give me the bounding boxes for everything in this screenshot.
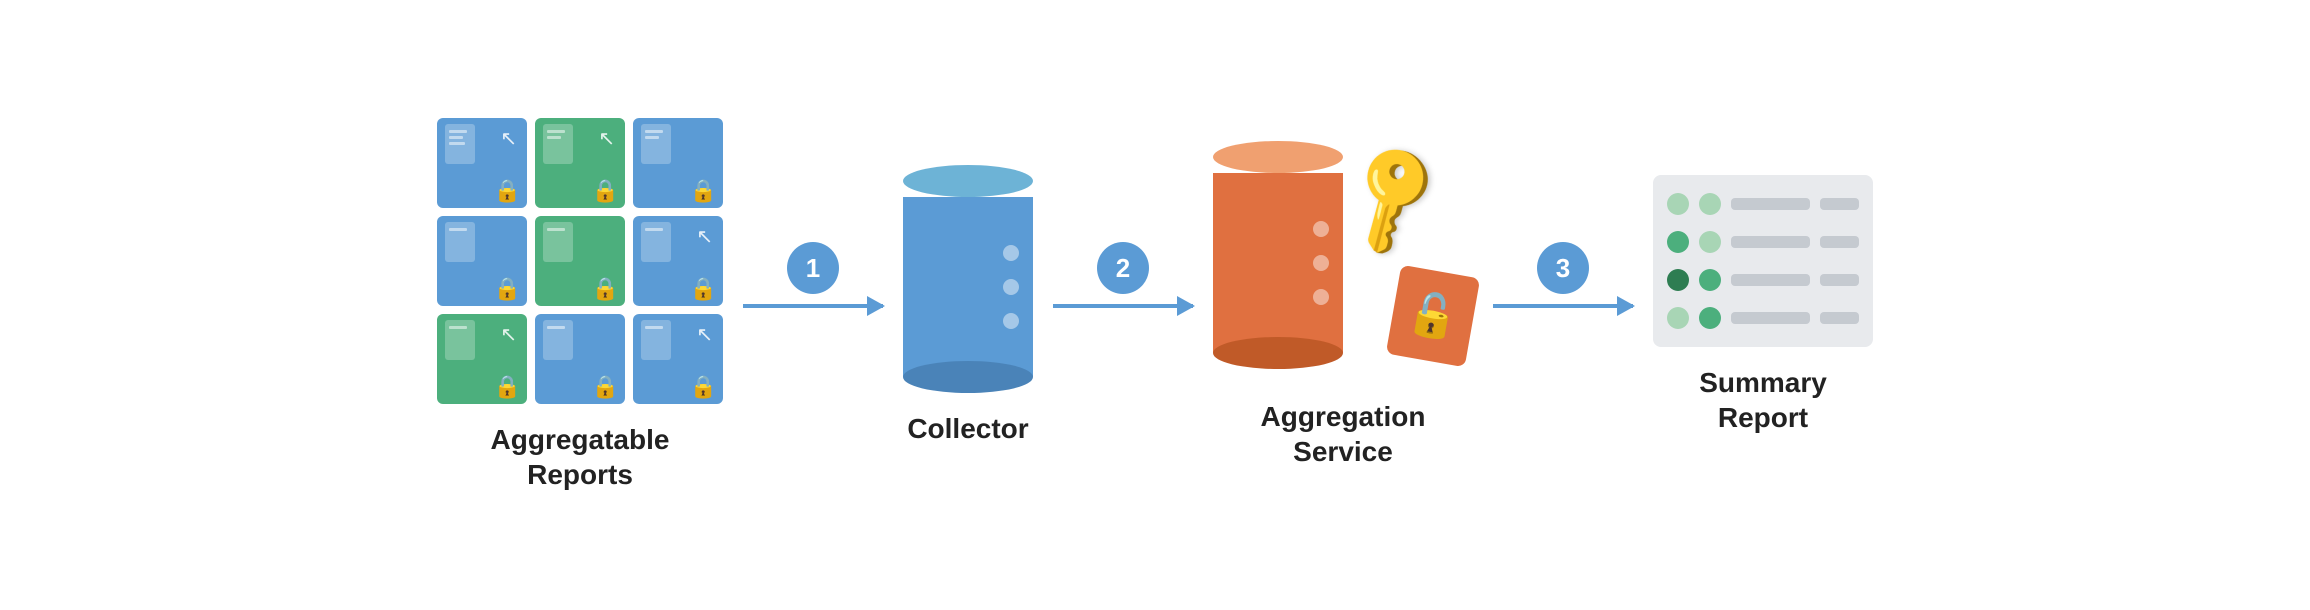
lock-icon: 🔒: [592, 178, 619, 204]
lock-icon: 🔒: [592, 276, 619, 302]
summary-dot-light: [1699, 193, 1721, 215]
cylinder-body: [1213, 173, 1343, 353]
summary-dot-light: [1667, 307, 1689, 329]
reports-grid: ↖ 🔒 ↖ 🔒 🔒: [437, 118, 723, 404]
cylinder-dot: [1003, 279, 1019, 295]
step3-badge: 3: [1537, 242, 1589, 294]
summary-line: [1731, 236, 1810, 248]
lock-icon: 🔒: [690, 178, 717, 204]
lock-icon: 🔒: [690, 374, 717, 400]
summary-line-short: [1820, 198, 1859, 210]
lock-icon: 🔒: [494, 276, 521, 302]
step1-arrow: [743, 304, 883, 308]
report-card: ↖ 🔒: [633, 216, 723, 306]
cursor-icon: ↖: [598, 126, 615, 151]
key-icon: 🔑: [1327, 132, 1460, 263]
aggregatable-reports-label: Aggregatable Reports: [491, 422, 670, 492]
step1-badge: 1: [787, 242, 839, 294]
summary-dot-light: [1699, 231, 1721, 253]
cylinder-dot: [1003, 245, 1019, 261]
lock-icon: 🔒: [690, 276, 717, 302]
summary-report-node: Summary Report: [1653, 175, 1873, 435]
summary-line: [1731, 274, 1810, 286]
agg-cylinder-wrap: [1213, 141, 1343, 369]
lock-icon: 🔒: [494, 374, 521, 400]
cylinder-body: [903, 197, 1033, 377]
report-card: ↖ 🔒: [535, 118, 625, 208]
lock-icon: 🔒: [494, 178, 521, 204]
step2-connector: 2: [1033, 242, 1213, 308]
step3-connector: 3: [1473, 242, 1653, 308]
lock-icon: 🔒: [592, 374, 619, 400]
cylinder-bottom: [903, 361, 1033, 393]
summary-row: [1667, 307, 1859, 329]
cursor-icon: ↖: [696, 224, 713, 249]
summary-row: [1667, 193, 1859, 215]
collector-label: Collector: [907, 411, 1028, 446]
summary-report-label: Summary Report: [1699, 365, 1827, 435]
report-card: 🔒: [535, 216, 625, 306]
unlock-icon: 🔓: [1403, 287, 1463, 344]
summary-dot-light: [1667, 193, 1689, 215]
aggregation-cylinder: [1213, 141, 1343, 369]
cylinder-dots: [1003, 245, 1033, 329]
cylinder-dots: [1313, 221, 1343, 305]
diagram: ↖ 🔒 ↖ 🔒 🔒: [0, 0, 2310, 610]
report-card: ↖ 🔒: [437, 118, 527, 208]
cursor-icon: ↖: [696, 322, 713, 347]
summary-line: [1731, 198, 1810, 210]
report-card: 🔒: [437, 216, 527, 306]
summary-line-short: [1820, 274, 1859, 286]
aggregatable-reports-node: ↖ 🔒 ↖ 🔒 🔒: [437, 118, 723, 492]
cursor-icon: ↖: [500, 322, 517, 347]
report-card: 🔒: [633, 118, 723, 208]
collector-node: Collector: [903, 165, 1033, 446]
cylinder-top: [903, 165, 1033, 197]
summary-row: [1667, 269, 1859, 291]
cursor-icon: ↖: [500, 126, 517, 151]
step2-badge: 2: [1097, 242, 1149, 294]
report-card: ↖ 🔒: [437, 314, 527, 404]
summary-dot-dark: [1667, 269, 1689, 291]
cylinder-bottom: [1213, 337, 1343, 369]
collector-cylinder: [903, 165, 1033, 393]
cylinder-dot: [1313, 255, 1329, 271]
cylinder-dot: [1313, 221, 1329, 237]
aggregation-service-visual: 🔑 🔓: [1213, 141, 1473, 381]
step2-arrow: [1053, 304, 1193, 308]
summary-line-short: [1820, 312, 1859, 324]
step1-connector: 1: [723, 242, 903, 308]
summary-line: [1731, 312, 1810, 324]
summary-dot-mid: [1699, 269, 1721, 291]
summary-dot-mid: [1667, 231, 1689, 253]
aggregation-service-label: Aggregation Service: [1261, 399, 1426, 469]
aggregation-service-node: 🔑 🔓 Aggregation Service: [1213, 141, 1473, 469]
summary-row: [1667, 231, 1859, 253]
summary-line-short: [1820, 236, 1859, 248]
report-card: 🔒: [535, 314, 625, 404]
step3-arrow: [1493, 304, 1633, 308]
cylinder-dot: [1003, 313, 1019, 329]
lock-card: 🔓: [1386, 265, 1480, 368]
cylinder-dot: [1313, 289, 1329, 305]
report-card: ↖ 🔒: [633, 314, 723, 404]
summary-report-visual: [1653, 175, 1873, 347]
cylinder-top: [1213, 141, 1343, 173]
summary-dot-mid: [1699, 307, 1721, 329]
